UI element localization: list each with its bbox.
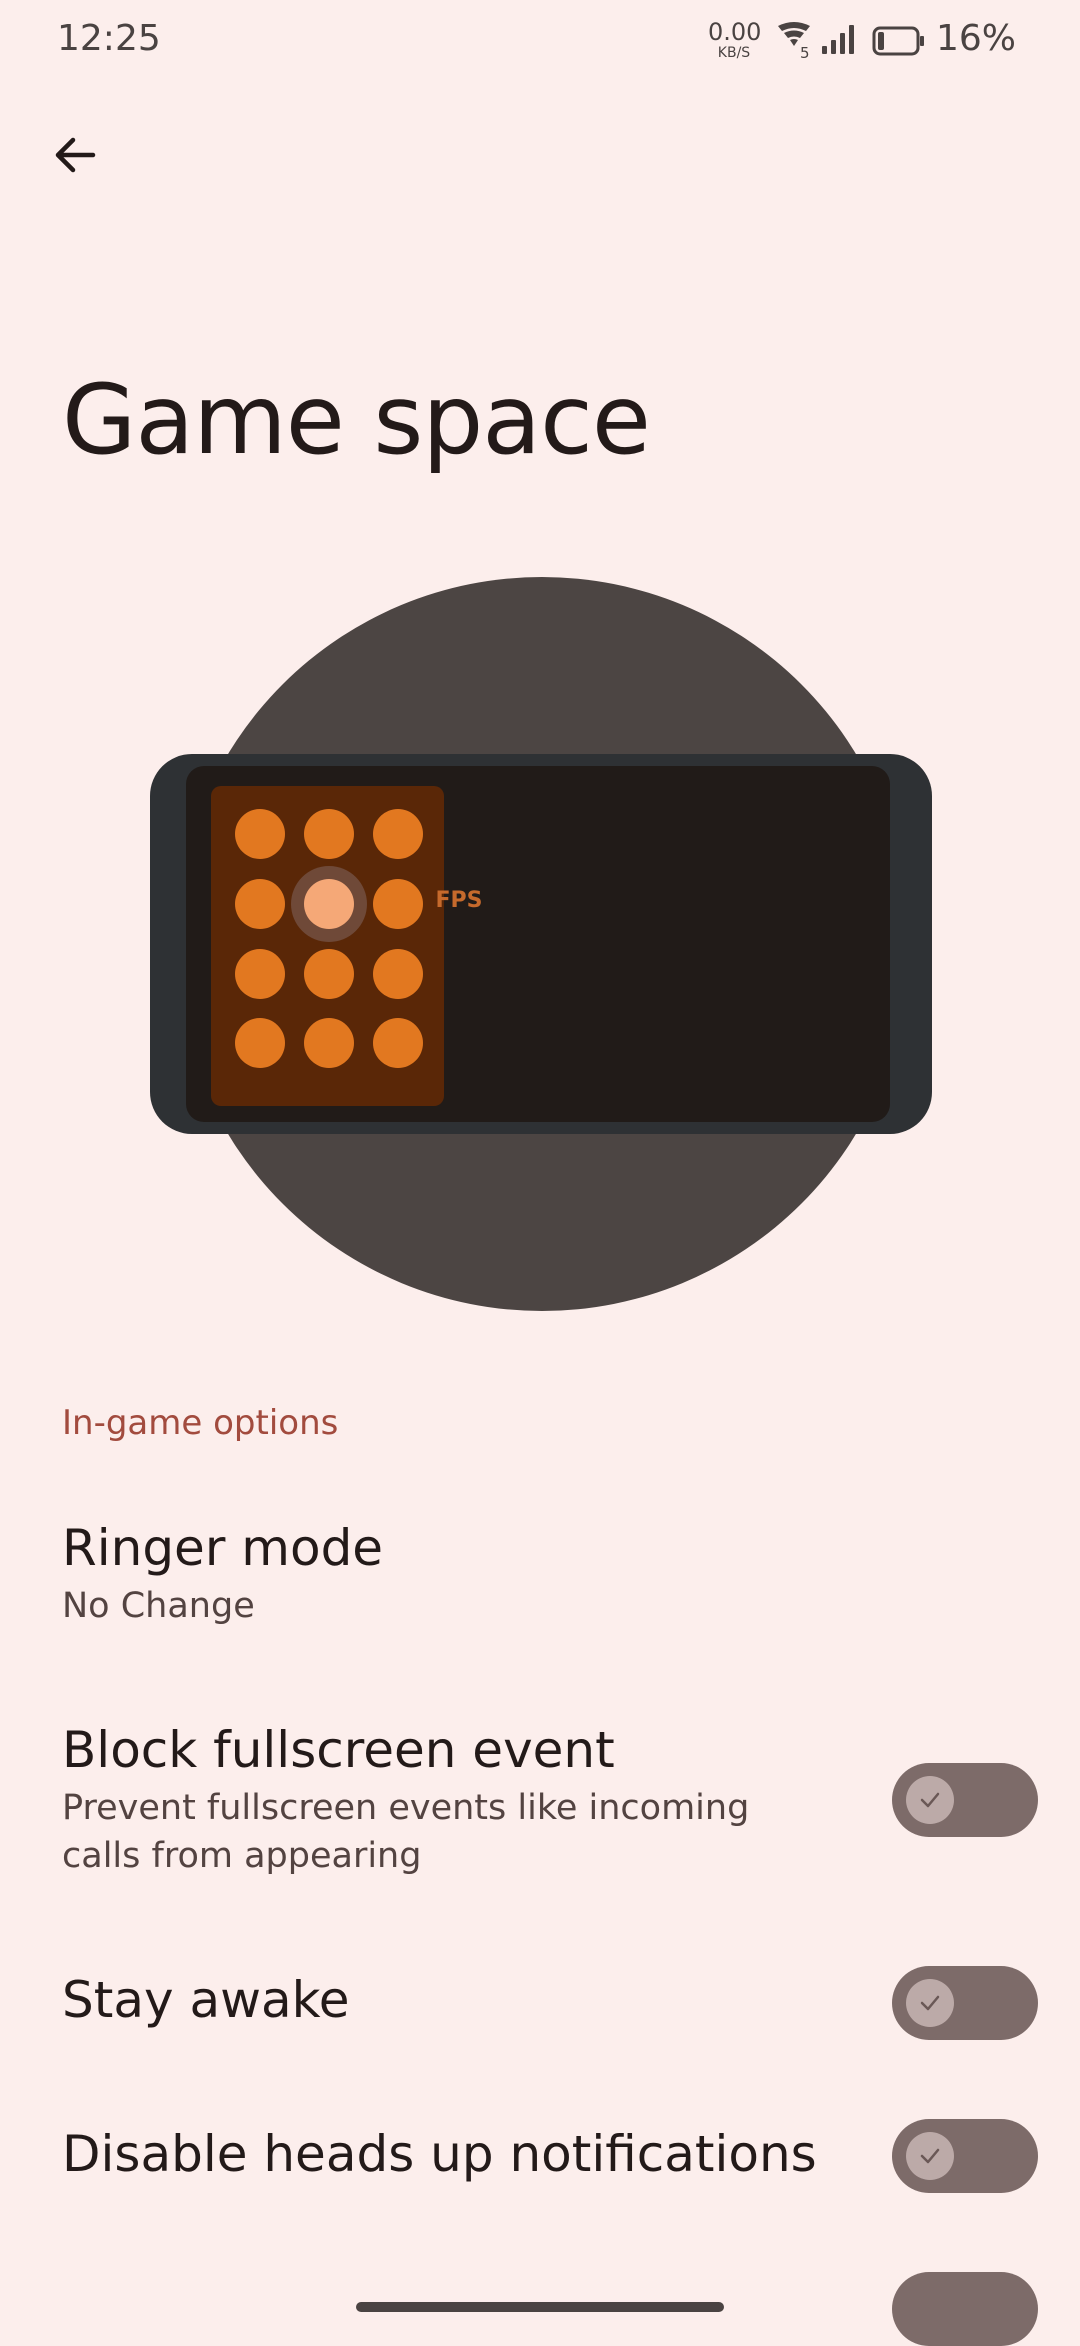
- gesture-nav-handle[interactable]: [356, 2302, 724, 2312]
- battery-percent: 16%: [936, 18, 1017, 59]
- pref-block-fullscreen-event[interactable]: Block fullscreen event Prevent fullscree…: [62, 1720, 822, 1880]
- status-bar: 12:25 0.00 KB/S 5 16%: [0, 0, 1080, 84]
- switch-thumb: [906, 2132, 954, 2180]
- check-icon: [920, 1792, 940, 1808]
- next-switch-partial[interactable]: [892, 2272, 1038, 2346]
- net-speed-indicator: 0.00 KB/S: [708, 18, 762, 61]
- game-space-illustration: FPS: [140, 576, 940, 1312]
- wifi-icon: 5: [778, 22, 810, 60]
- pref-title: Block fullscreen event: [62, 1721, 615, 1779]
- net-speed-unit: KB/S: [717, 45, 751, 61]
- back-button[interactable]: [40, 120, 110, 190]
- wifi-badge: 5: [800, 44, 810, 60]
- check-icon: [920, 1995, 940, 2011]
- switch-thumb: [906, 1776, 954, 1824]
- pref-ringer-mode[interactable]: Ringer mode No Change: [62, 1518, 383, 1630]
- pref-title: Ringer mode: [62, 1519, 384, 1577]
- pref-summary: No Change: [62, 1586, 255, 1626]
- pref-stay-awake[interactable]: Stay awake: [62, 1970, 350, 2030]
- arrow-left-icon: [55, 137, 96, 173]
- page-title: Game space: [62, 364, 651, 476]
- pref-summary: Prevent fullscreen events like incoming …: [62, 1788, 750, 1876]
- fps-overlay-label: FPS: [435, 888, 483, 913]
- heads-up-switch[interactable]: [892, 2119, 1038, 2193]
- pref-title: Disable heads up notifications: [62, 2125, 817, 2183]
- pref-disable-heads-up-notifications[interactable]: Disable heads up notifications: [62, 2124, 817, 2184]
- stay-awake-switch[interactable]: [892, 1966, 1038, 2040]
- status-time: 12:25: [57, 18, 161, 59]
- section-header-in-game-options: In-game options: [62, 1403, 339, 1443]
- block-fullscreen-switch[interactable]: [892, 1763, 1038, 1837]
- signal-icon: [822, 25, 854, 54]
- check-icon: [920, 2148, 940, 2164]
- switch-thumb: [906, 1979, 954, 2027]
- battery-icon: [872, 26, 924, 56]
- pref-title: Stay awake: [62, 1971, 350, 2029]
- net-speed-value: 0.00: [708, 18, 762, 46]
